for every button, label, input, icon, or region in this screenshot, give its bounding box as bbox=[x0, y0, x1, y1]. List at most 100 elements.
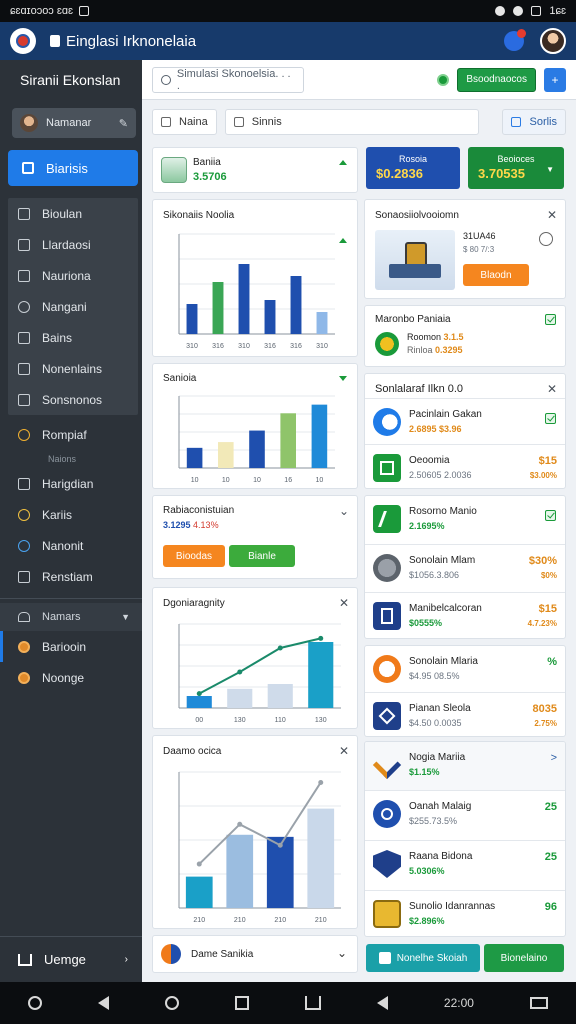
chart-card-4[interactable]: Daamo ocica ✕ 210 210 210 210 bbox=[152, 735, 358, 929]
chart-card-2[interactable]: Sanioia 10 10 10 16 10 bbox=[152, 363, 358, 489]
kpi-card-green[interactable]: Beoioces 3.70535 ▼ bbox=[468, 147, 564, 189]
award-icon bbox=[375, 332, 399, 356]
sidebar-item[interactable]: Llardaosi bbox=[8, 229, 138, 260]
chart-card-1[interactable]: Sikonaiis Noolia 310 316 310 316 316 310 bbox=[152, 199, 358, 357]
chevron-down-icon[interactable]: ⌄ bbox=[339, 504, 349, 518]
promo-card[interactable]: Rabiaconistuian ⌄ 3.1295 4.13% Bioodas B… bbox=[152, 495, 358, 579]
doc-icon bbox=[161, 117, 171, 127]
sidebar-item[interactable]: Bains bbox=[8, 322, 138, 353]
battery-icon bbox=[531, 6, 542, 16]
product-button[interactable]: Blaodn bbox=[463, 264, 529, 286]
bottom-dropdown[interactable]: Dame Sanikia ⌄ bbox=[152, 935, 358, 973]
radio-button[interactable] bbox=[539, 232, 553, 246]
list-item-sub: $1.15% bbox=[409, 767, 440, 777]
list-item-icon bbox=[373, 702, 401, 730]
list-item-value: 96 bbox=[544, 901, 557, 913]
list-item-icon bbox=[373, 655, 401, 683]
list-item[interactable]: Raana Bidona 5.0306% 25 bbox=[365, 840, 565, 890]
sidebar-item[interactable]: Sonsnonos bbox=[8, 384, 138, 415]
chart-bar bbox=[316, 312, 328, 334]
tab-label: Naina bbox=[179, 116, 208, 128]
promo-button-orange[interactable]: Bioodas bbox=[163, 545, 225, 567]
sidebar-item[interactable]: Kariis bbox=[0, 499, 142, 530]
summary-card[interactable]: Baniia 3.5706 bbox=[152, 147, 358, 193]
list-item-icon bbox=[373, 800, 401, 828]
chevron-down-icon[interactable]: ▼ bbox=[546, 165, 554, 174]
home-circle-icon[interactable] bbox=[164, 996, 179, 1010]
close-icon[interactable]: ✕ bbox=[547, 382, 557, 396]
kpi-value: $0.2836 bbox=[376, 166, 423, 181]
list-item-value: $15 bbox=[538, 455, 557, 467]
list-item[interactable]: Sonolain Mlam $1056.3.806 $30% $0% bbox=[365, 544, 565, 590]
checkbox[interactable] bbox=[545, 510, 556, 521]
sidebar-item[interactable]: Nauriona bbox=[8, 260, 138, 291]
building-icon bbox=[161, 157, 187, 183]
chart-card-3[interactable]: Dgoniaragnity ✕ 00 130 110 130 bbox=[152, 587, 358, 729]
grid-icon bbox=[18, 238, 30, 251]
chart-bar bbox=[267, 684, 293, 708]
sidebar-item[interactable]: Bariooin bbox=[0, 631, 142, 662]
list-item[interactable]: Pacinlain Gakan 2.6895 $3.96 bbox=[365, 398, 565, 444]
cart-icon bbox=[18, 477, 30, 490]
close-icon[interactable]: ✕ bbox=[339, 744, 349, 758]
close-icon[interactable]: ✕ bbox=[547, 208, 557, 222]
sidebar-item[interactable]: Noonge bbox=[0, 662, 142, 693]
promo-button-green[interactable]: Bianle bbox=[229, 545, 295, 567]
chart-title: Sikonaiis Noolia bbox=[163, 210, 235, 221]
list-item[interactable]: Oanah Malaig $255.73.5% 25 bbox=[365, 790, 565, 840]
list-item[interactable]: Nogia Mariia $1.15% > bbox=[365, 742, 565, 790]
sidebar-item[interactable]: Nanonit bbox=[0, 530, 142, 561]
x-tick-label: 16 bbox=[284, 477, 292, 484]
product-line-2: $ 80 7/:3 bbox=[463, 245, 495, 254]
tab-sorlis[interactable]: Sorlis bbox=[502, 109, 566, 135]
sidebar-footer[interactable]: Uemge › bbox=[0, 936, 142, 982]
sidebar-item[interactable]: Renstiam bbox=[0, 561, 142, 592]
chevron-right-icon[interactable]: > bbox=[551, 752, 557, 764]
kpi-card-blue[interactable]: Rosoia $0.2836 bbox=[366, 147, 460, 189]
avatar[interactable] bbox=[540, 28, 566, 54]
search-input[interactable]: Simulasi Skonoelsia. . . . bbox=[152, 66, 304, 93]
list-item-sub: $2.896% bbox=[409, 916, 445, 926]
back-icon[interactable] bbox=[376, 996, 388, 1010]
users-icon bbox=[18, 612, 30, 622]
sidebar-item[interactable]: Bioulan bbox=[8, 198, 138, 229]
tab-sinnis[interactable]: Sinnis bbox=[224, 109, 479, 135]
list-item[interactable]: Sonolain Mlaria $4.95 08.5% % bbox=[365, 646, 565, 692]
list-item[interactable]: Oeoomia 2.50605 2.0036 $15 $3.00% bbox=[365, 444, 565, 488]
notification-icon[interactable] bbox=[504, 29, 526, 51]
member-card[interactable]: Maronbo Paniaia Roomon 3.1.5 Rinloa 0.32… bbox=[364, 305, 566, 367]
add-button[interactable]: + bbox=[544, 67, 566, 92]
checkbox[interactable] bbox=[545, 314, 556, 325]
sidebar-item-active[interactable]: Biarisis bbox=[8, 150, 138, 186]
bottom-button-green[interactable]: Bionelaino bbox=[484, 944, 564, 972]
back-icon[interactable] bbox=[97, 996, 109, 1010]
app-logo[interactable] bbox=[10, 28, 36, 54]
tab-naina[interactable]: Naina bbox=[152, 109, 217, 135]
sidebar-item[interactable]: Rompiaf bbox=[0, 419, 142, 450]
sidebar-item[interactable]: Harigdian bbox=[0, 468, 142, 499]
checkbox[interactable] bbox=[545, 413, 556, 424]
pin-icon[interactable]: ✎ bbox=[119, 117, 128, 130]
list-item[interactable]: Pianan Sleola $4.50 0.0035 8035 2.75% bbox=[365, 692, 565, 736]
back-circle-icon[interactable] bbox=[27, 996, 42, 1010]
primary-action-button[interactable]: Bsoodnaocos bbox=[457, 67, 536, 92]
close-icon[interactable]: ✕ bbox=[339, 596, 349, 610]
sidebar-item[interactable]: Nangani bbox=[8, 291, 138, 322]
chart-point bbox=[318, 635, 324, 641]
list-item[interactable]: Rosorno Manio 2.1695% bbox=[365, 496, 565, 542]
kpi-label: Beoioces bbox=[497, 154, 535, 164]
sidebar-section-header[interactable]: Namars ▼ bbox=[0, 603, 142, 631]
home-icon[interactable] bbox=[304, 996, 321, 1010]
sidebar-item-label: Sonsnonos bbox=[42, 392, 103, 407]
sidebar-item[interactable]: Nonenlains bbox=[8, 353, 138, 384]
keyboard-icon[interactable] bbox=[529, 997, 548, 1009]
recents-icon[interactable] bbox=[234, 996, 249, 1010]
bottom-button-teal[interactable]: Nonelhe Skoiah bbox=[366, 944, 480, 972]
list-item[interactable]: Manibelcalcoran $0555% $15 4.7.23% bbox=[365, 592, 565, 638]
user-profile-row[interactable]: Namanar ✎ bbox=[12, 108, 136, 138]
product-card[interactable]: Sonaosiiolvooiomn ✕ 31UA46 $ 80 7/:3 Bla… bbox=[364, 199, 566, 299]
list-item[interactable]: Sunolio Idanrannas $2.896% 96 bbox=[365, 890, 565, 936]
chevron-down-icon: ▼ bbox=[121, 612, 130, 622]
user-avatar bbox=[20, 114, 38, 132]
lock-icon bbox=[50, 35, 60, 47]
